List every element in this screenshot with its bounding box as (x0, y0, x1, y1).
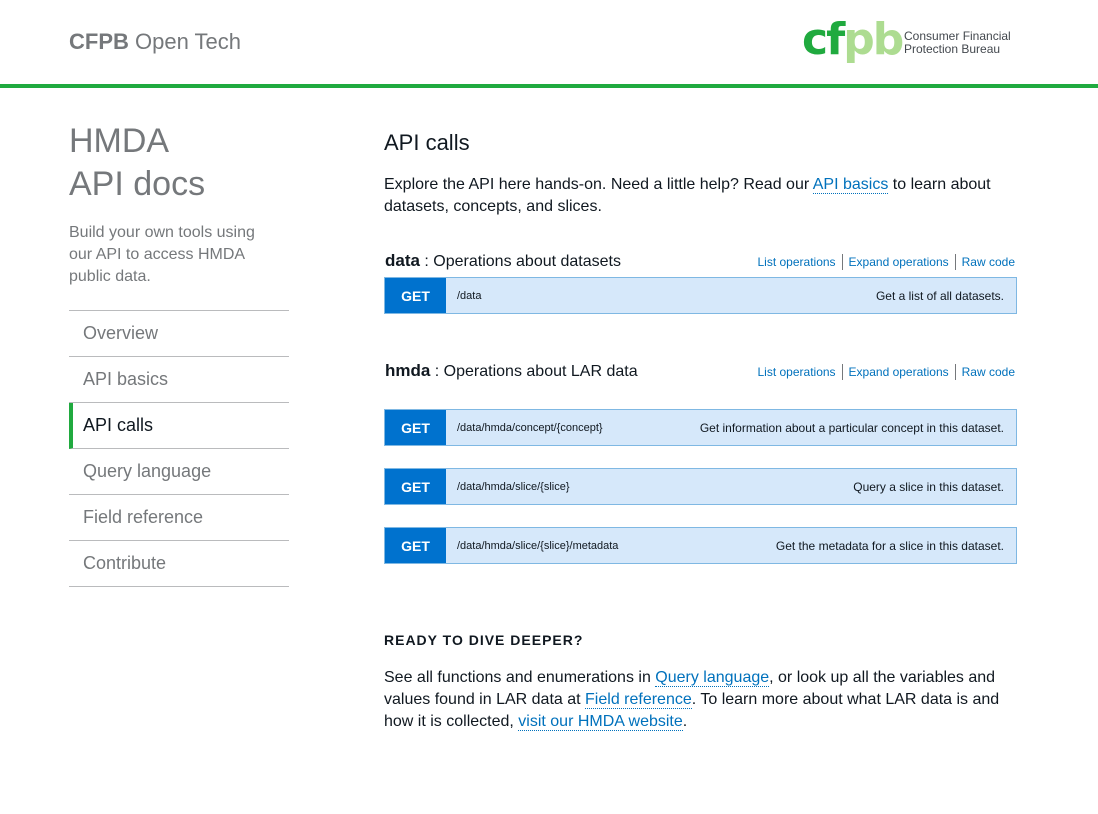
site-title-strong: CFPB (69, 29, 129, 54)
resource-description: : Operations about LAR data (430, 363, 638, 380)
main-content: API calls Explore the API here hands-on.… (384, 128, 1017, 731)
operation-path: /data/hmda/concept/{concept} (457, 421, 603, 434)
sidebar-title-line2: API docs (69, 165, 206, 203)
resource-description: : Operations about datasets (419, 253, 621, 270)
cfpb-logo[interactable]: cfpb Consumer Financial Protection Burea… (802, 18, 1017, 66)
operation-get-concept[interactable]: GET /data/hmda/concept/{concept} Get inf… (384, 409, 1017, 446)
operation-path: /data/hmda/slice/{slice} (457, 480, 570, 493)
sidebar-item-overview[interactable]: Overview (69, 311, 289, 357)
sidebar-description: Build your own tools using our API to ac… (69, 224, 255, 285)
intro-text-before: Explore the API here hands-on. Need a li… (384, 176, 813, 193)
hmda-website-link[interactable]: visit our HMDA website (518, 713, 683, 731)
deeper-text-1: See all functions and enumerations in (384, 669, 656, 686)
site-title-rest: Open Tech (135, 29, 242, 54)
sidebar-item-api-calls[interactable]: API calls (69, 403, 289, 449)
expand-operations-link[interactable]: Expand operations (841, 364, 955, 380)
operation-get-slice[interactable]: GET /data/hmda/slice/{slice} Query a sli… (384, 468, 1017, 505)
resource-header: hmda : Operations about LAR data List op… (384, 360, 1017, 386)
resource-name[interactable]: data (385, 251, 420, 270)
sidebar: HMDA API docs Build your own tools using… (69, 120, 289, 587)
operation-get-data[interactable]: GET /data Get a list of all datasets. (384, 277, 1017, 314)
sidebar-item-field-reference[interactable]: Field reference (69, 495, 289, 541)
raw-code-link[interactable]: Raw code (954, 254, 1017, 270)
sidebar-title-line1: HMDA (69, 122, 170, 160)
list-operations-link[interactable]: List operations (752, 254, 842, 270)
http-method-badge: GET (385, 410, 446, 445)
operation-summary: Get information about a particular conce… (699, 420, 1004, 435)
site-header: CFPB Open Tech cfpb Consumer Financial P… (0, 0, 1098, 88)
site-title[interactable]: CFPB Open Tech (69, 29, 241, 55)
operation-path: /data/hmda/slice/{slice}/metadata (457, 539, 619, 552)
operation-summary: Get the metadata for a slice in this dat… (775, 538, 1004, 553)
sidebar-item-api-basics[interactable]: API basics (69, 357, 289, 403)
sidebar-title: HMDA API docs (69, 120, 289, 206)
raw-code-link[interactable]: Raw code (954, 364, 1017, 380)
sidebar-nav: Overview API basics API calls Query lang… (69, 310, 289, 587)
logo-text-line2: Protection Bureau (904, 42, 1001, 56)
http-method-badge: GET (385, 278, 446, 313)
intro-text: Explore the API here hands-on. Need a li… (384, 174, 1017, 218)
cfpb-logo-mark: cfpb (802, 18, 904, 62)
logo-mark-pb: pb (843, 14, 904, 65)
logo-mark-cf: cf (802, 14, 845, 65)
deeper-text-4: . (682, 713, 688, 730)
http-method-badge: GET (385, 469, 446, 504)
query-language-link[interactable]: Query language (655, 669, 770, 687)
sidebar-item-contribute[interactable]: Contribute (69, 541, 289, 587)
resource-name[interactable]: hmda (385, 361, 430, 380)
dive-deeper-text: See all functions and enumerations in Qu… (384, 667, 1017, 733)
resource-hmda: hmda : Operations about LAR data List op… (384, 360, 1017, 564)
list-operations-link[interactable]: List operations (752, 364, 842, 380)
operation-path: /data (457, 289, 482, 302)
operation-get-slice-metadata[interactable]: GET /data/hmda/slice/{slice}/metadata Ge… (384, 527, 1017, 564)
field-reference-link[interactable]: Field reference (585, 691, 692, 709)
operation-summary: Query a slice in this dataset. (853, 479, 1004, 494)
cfpb-logo-text: Consumer Financial Protection Bureau (904, 30, 1011, 56)
http-method-badge: GET (385, 528, 446, 563)
resource-actions: List operations Expand operations Raw co… (752, 254, 1018, 270)
sidebar-item-query-language[interactable]: Query language (69, 449, 289, 495)
resource-data: data : Operations about datasets List op… (384, 250, 1017, 314)
api-basics-link[interactable]: API basics (812, 176, 889, 194)
expand-operations-link[interactable]: Expand operations (841, 254, 955, 270)
operation-summary: Get a list of all datasets. (875, 288, 1004, 303)
page-title: API calls (384, 130, 470, 155)
resource-title: hmda : Operations about LAR data (385, 360, 638, 383)
resource-actions: List operations Expand operations Raw co… (752, 364, 1018, 380)
dive-deeper-heading: READY TO DIVE DEEPER? (384, 632, 584, 648)
resource-header: data : Operations about datasets List op… (384, 250, 1017, 276)
resource-title: data : Operations about datasets (385, 250, 621, 273)
